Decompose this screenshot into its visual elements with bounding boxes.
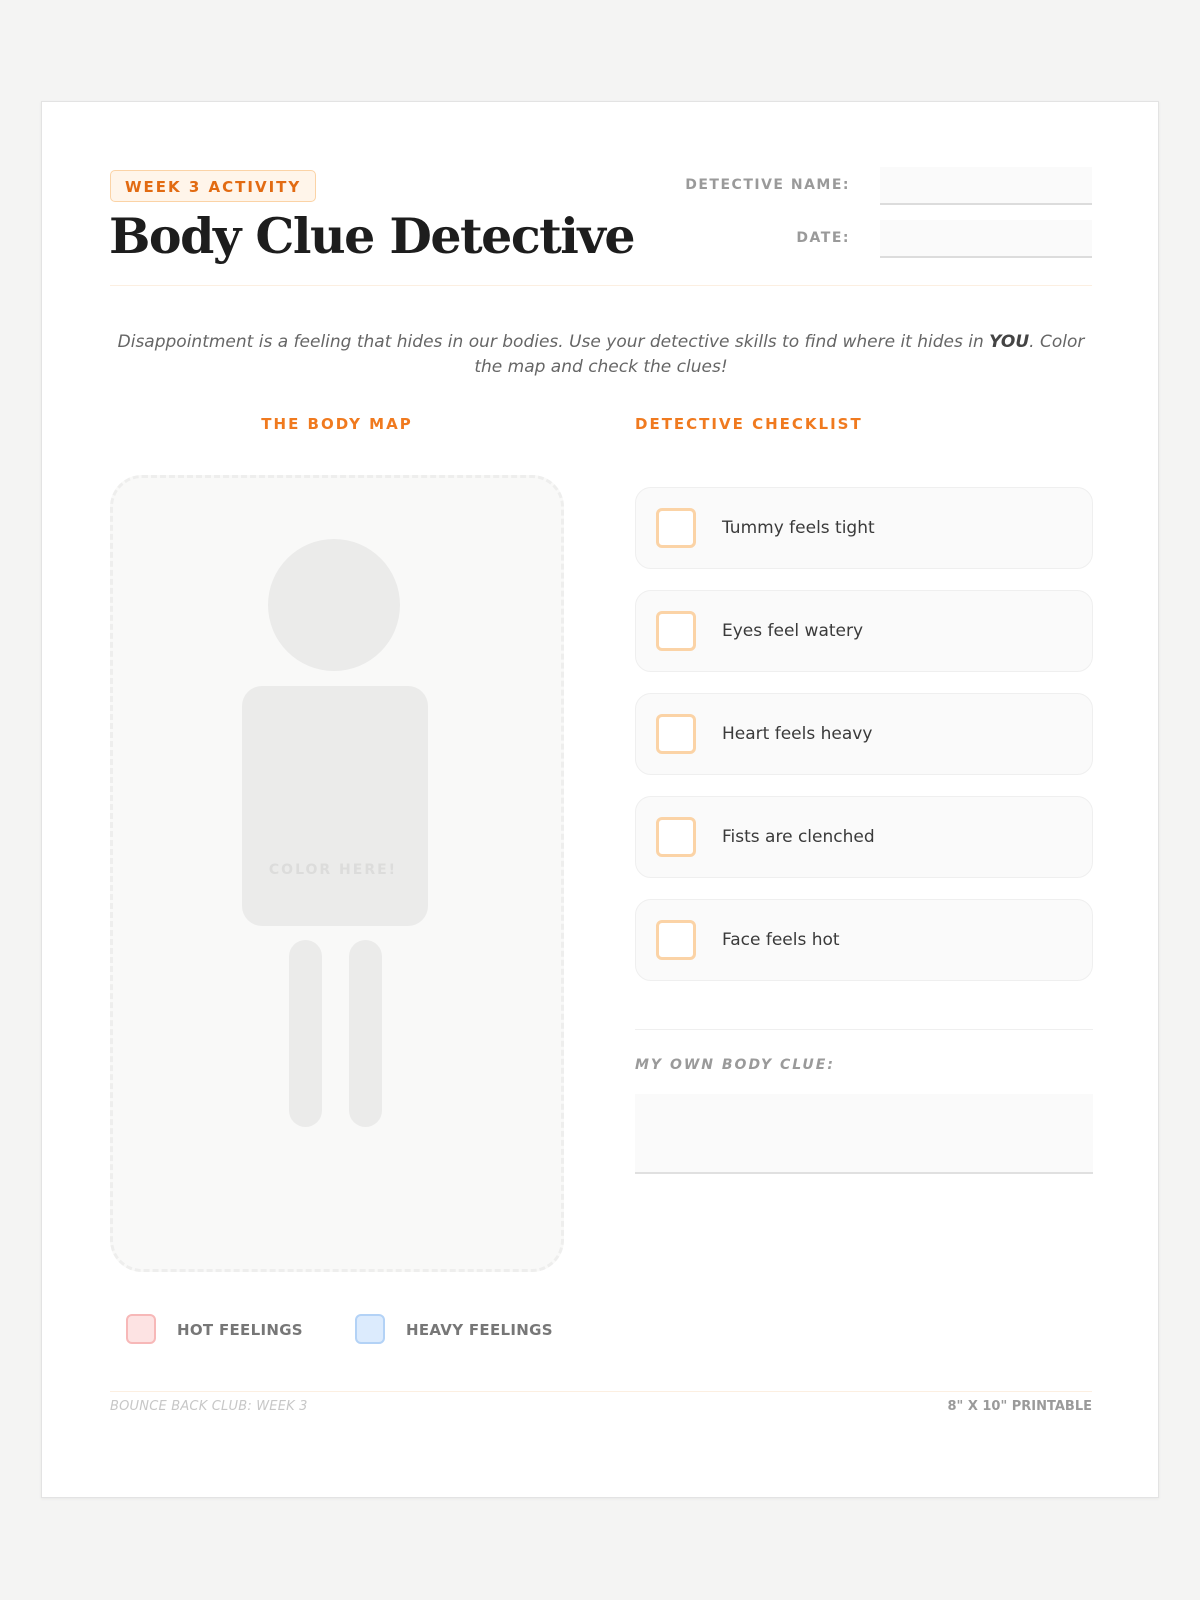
detective-name-field[interactable] [880, 167, 1092, 205]
checklist-heading: DETECTIVE CHECKLIST [635, 415, 863, 433]
own-clue-label: MY OWN BODY CLUE: [635, 1057, 835, 1073]
intro-text-start: Disappointment is a feeling that hides i… [117, 332, 990, 352]
intro-text: Disappointment is a feeling that hides i… [110, 330, 1092, 380]
detective-name-label: DETECTIVE NAME: [685, 177, 850, 193]
clue-item[interactable]: Heart feels heavy [635, 693, 1093, 775]
footer-print-size: 8" X 10" PRINTABLE [947, 1399, 1092, 1414]
date-label: DATE: [796, 230, 850, 246]
own-clue-divider [635, 1029, 1093, 1030]
header-divider [110, 285, 1092, 286]
footer-divider [110, 1391, 1092, 1392]
clue-item[interactable]: Fists are clenched [635, 796, 1093, 878]
clue-label: Fists are clenched [722, 827, 875, 847]
body-map-heading: THE BODY MAP [261, 415, 413, 433]
hot-feelings-swatch [126, 1314, 156, 1344]
clue-label: Heart feels heavy [722, 724, 873, 744]
hot-feelings-label: HOT FEELINGS [177, 1321, 303, 1339]
clue-checkbox[interactable] [656, 920, 696, 960]
date-field[interactable] [880, 220, 1092, 258]
week-badge: WEEK 3 ACTIVITY [110, 170, 317, 202]
heavy-feelings-label: HEAVY FEELINGS [406, 1321, 553, 1339]
own-clue-input[interactable] [635, 1094, 1093, 1174]
clue-item[interactable]: Tummy feels tight [635, 487, 1093, 569]
heavy-feelings-swatch [355, 1314, 385, 1344]
page-title: Body Clue Detective [109, 207, 636, 265]
figure-torso[interactable] [242, 686, 428, 926]
footer-club-label: BOUNCE BACK CLUB: WEEK 3 [110, 1399, 308, 1414]
intro-emphasis: YOU [989, 332, 1030, 352]
clue-checkbox[interactable] [656, 611, 696, 651]
clue-checkbox[interactable] [656, 817, 696, 857]
clue-checkbox[interactable] [656, 508, 696, 548]
worksheet-page: WEEK 3 ACTIVITY Body Clue Detective DETE… [41, 101, 1159, 1498]
clue-label: Tummy feels tight [722, 518, 875, 538]
figure-left-leg[interactable] [289, 940, 322, 1127]
clue-item[interactable]: Eyes feel watery [635, 590, 1093, 672]
color-here-label: COLOR HERE! [268, 862, 398, 878]
figure-right-leg[interactable] [349, 940, 382, 1127]
clue-checkbox[interactable] [656, 714, 696, 754]
clue-label: Face feels hot [722, 930, 840, 950]
figure-head[interactable] [268, 539, 400, 671]
clue-item[interactable]: Face feels hot [635, 899, 1093, 981]
clue-label: Eyes feel watery [722, 621, 864, 641]
